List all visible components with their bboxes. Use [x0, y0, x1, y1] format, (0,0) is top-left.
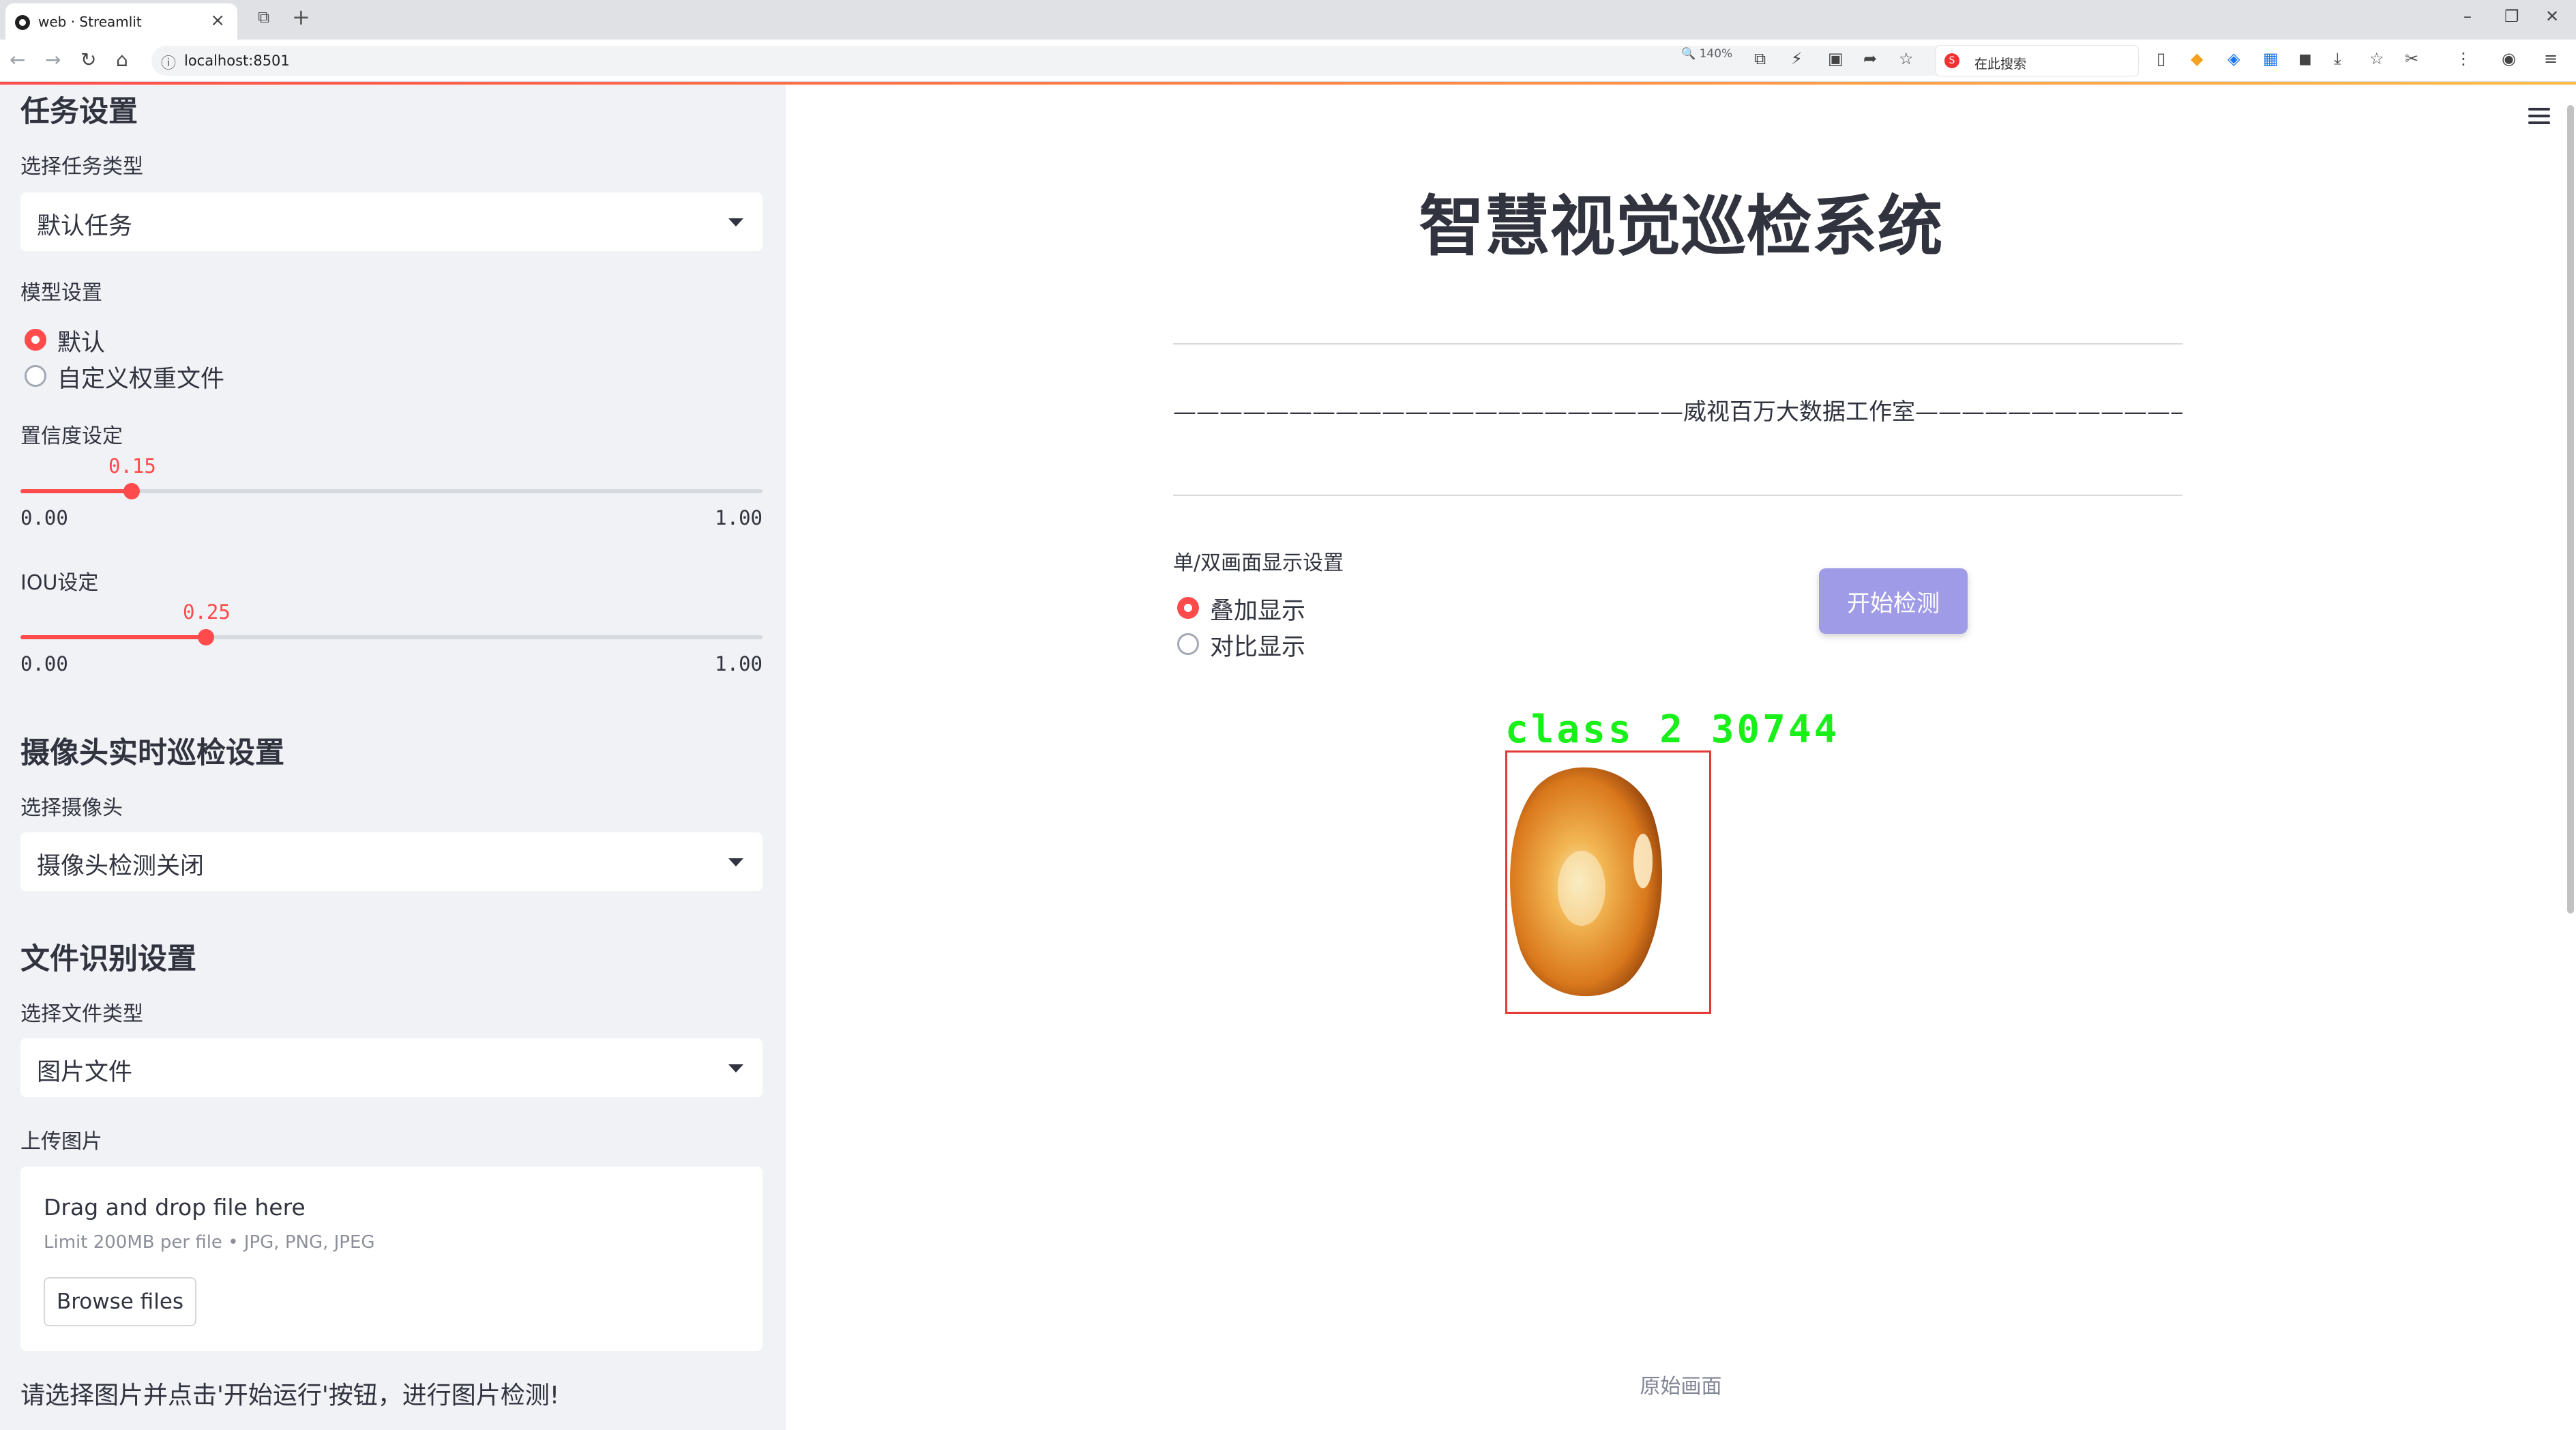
radio-selected-icon [1177, 597, 1199, 619]
model-settings-label: 模型设置 [20, 281, 102, 305]
model-option-label: 默认 [57, 330, 106, 357]
task-type-label: 选择任务类型 [20, 155, 143, 179]
detection-label: class 2 30744 [1505, 707, 1840, 752]
slider-fill [20, 635, 206, 639]
browse-files-button[interactable]: Browse files [44, 1277, 196, 1326]
studio-banner: ——————————————————————威视百万大数据工作室————————… [1173, 398, 2182, 426]
share-icon[interactable]: ➦ [1863, 49, 1877, 68]
radio-unselected-icon [1177, 633, 1199, 655]
camera-select[interactable]: 摄像头检测关闭 [20, 832, 763, 891]
file-type-select[interactable]: 图片文件 [20, 1038, 763, 1097]
divider [1173, 343, 2182, 345]
slider-max: 1.00 [715, 652, 763, 675]
slider-current-value: 0.15 [108, 454, 156, 478]
task-settings-heading: 任务设置 [20, 95, 138, 129]
start-detection-button[interactable]: 开始检测 [1819, 568, 1968, 634]
confidence-label: 置信度设定 [20, 424, 123, 448]
extension-icon[interactable]: ◈ [2227, 49, 2240, 68]
zoom-level: 140% [1699, 47, 1733, 61]
confidence-slider[interactable]: 0.15 0.00 1.00 [20, 454, 763, 540]
camera-select-label: 选择摄像头 [20, 796, 123, 820]
task-type-value: 默认任务 [37, 213, 133, 240]
upload-label: 上传图片 [20, 1130, 102, 1154]
chevron-down-icon [728, 218, 743, 227]
screenshot-icon[interactable]: ▣ [1828, 49, 1844, 68]
zoom-indicator[interactable]: 🔍 140% [1681, 47, 1732, 61]
home-icon[interactable]: ⌂ [116, 48, 128, 71]
page-title: 智慧视觉巡检系统 [1419, 188, 1943, 265]
address-bar: ← → ↻ ⌂ ⓘ localhost:8501 🔍 140% ⧉ ⚡ ▣ ➦ … [0, 40, 2576, 82]
browser-menu-icon[interactable]: ≡ [2544, 49, 2558, 68]
extension-icon[interactable]: ◆ [2191, 49, 2203, 68]
search-placeholder: 在此搜索 [1974, 57, 2027, 72]
download-icon[interactable]: ⤓ [2334, 49, 2341, 68]
iou-label: IOU设定 [20, 571, 99, 595]
radio-selected-icon [25, 329, 46, 351]
reading-mode-icon[interactable]: ▯ [2157, 49, 2165, 68]
tab-actions-icon[interactable]: ⧉ [258, 8, 269, 27]
forward-icon[interactable]: → [45, 48, 61, 71]
back-icon[interactable]: ← [10, 48, 25, 71]
model-option-label: 自定义权重文件 [57, 366, 225, 393]
file-type-value: 图片文件 [37, 1059, 133, 1086]
file-type-label: 选择文件类型 [20, 1002, 143, 1026]
menu-icon[interactable] [2528, 108, 2550, 124]
image-caption: 原始画面 [1640, 1375, 1722, 1399]
cut-icon[interactable]: ✂ [2405, 49, 2418, 68]
window-close-icon[interactable]: ✕ [2545, 7, 2559, 26]
dropzone-limit: Limit 200MB per file • JPG, PNG, JPEG [44, 1232, 375, 1253]
slider-fill [20, 489, 132, 493]
divider [1173, 495, 2182, 496]
lightning-icon[interactable]: ⚡ [1791, 49, 1803, 68]
file-dropzone[interactable]: Drag and drop file here Limit 200MB per … [20, 1167, 763, 1351]
close-tab-icon[interactable]: × [210, 10, 225, 31]
url-text: localhost:8501 [184, 53, 290, 69]
file-settings-heading: 文件识别设置 [20, 942, 196, 976]
bookmark-star-icon[interactable]: ☆ [1899, 49, 1914, 68]
chevron-down-icon [728, 858, 743, 866]
translate-icon[interactable]: ⧉ [1754, 49, 1766, 68]
streamlit-favicon-icon [15, 15, 30, 30]
dropzone-title: Drag and drop file here [44, 1194, 306, 1221]
minimize-icon[interactable]: – [2463, 7, 2472, 26]
favorites-icon[interactable]: ☆ [2369, 49, 2384, 68]
search-engine-icon[interactable]: S [1944, 53, 1959, 68]
slider-thumb[interactable] [198, 629, 214, 645]
camera-select-value: 摄像头检测关闭 [37, 853, 205, 880]
restore-icon[interactable]: ❐ [2504, 7, 2519, 26]
detection-bounding-box [1505, 750, 1711, 1014]
task-type-select[interactable]: 默认任务 [20, 192, 763, 251]
slider-thumb[interactable] [123, 483, 140, 499]
browser-search-box[interactable]: S 在此搜索 [1936, 45, 2139, 76]
slider-min: 0.00 [20, 506, 68, 529]
main-content: 智慧视觉巡检系统 ——————————————————————威视百万大数据工作… [786, 85, 2576, 1430]
camera-settings-heading: 摄像头实时巡检设置 [20, 736, 284, 770]
instruction-message: 请选择图片并点击'开始运行'按钮，进行图片检测! [20, 1382, 560, 1410]
more-vertical-icon[interactable]: ⋮ [2455, 49, 2472, 68]
new-tab-icon[interactable]: + [292, 4, 310, 30]
sidebar: 任务设置 选择任务类型 默认任务 模型设置 默认 自定义权重文件 置信度设定 0… [0, 85, 786, 1430]
radio-unselected-icon [25, 365, 46, 387]
extension-icon[interactable]: ▦ [2263, 49, 2279, 68]
browser-tab-bar: web · Streamlit × ⧉ + – ❐ ✕ [0, 0, 2576, 40]
slider-current-value: 0.25 [183, 600, 231, 624]
extension-icon[interactable]: ◼ [2298, 49, 2312, 68]
profile-avatar-icon[interactable]: ◉ [2502, 49, 2516, 68]
slider-max: 1.00 [715, 506, 763, 529]
display-mode-label: 单/双画面显示设置 [1173, 551, 1344, 575]
reload-icon[interactable]: ↻ [80, 48, 96, 71]
tab-title: web · Streamlit [38, 14, 142, 30]
slider-min: 0.00 [20, 652, 68, 675]
site-info-icon[interactable]: ⓘ [161, 51, 176, 73]
iou-slider[interactable]: 0.25 0.00 1.00 [20, 600, 763, 686]
display-option-label: 对比显示 [1210, 634, 1306, 661]
chevron-down-icon [728, 1064, 743, 1072]
browser-tab[interactable]: web · Streamlit × [5, 3, 237, 40]
display-option-label: 叠加显示 [1210, 598, 1306, 625]
